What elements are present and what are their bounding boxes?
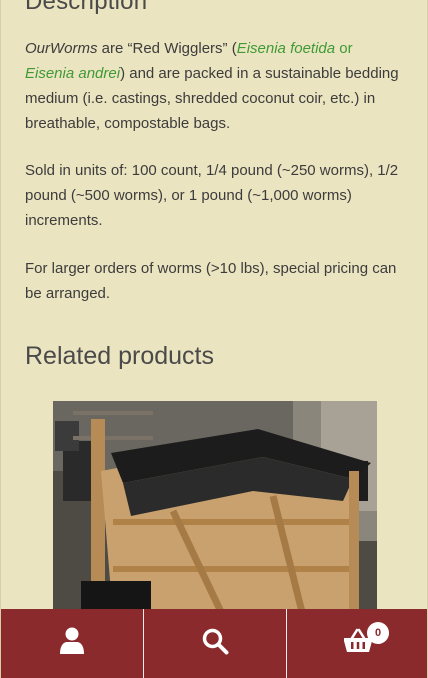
description-paragraph-3: For larger orders of worms (>10 lbs), sp… (25, 260, 397, 302)
description-heading: Description (25, 0, 148, 15)
search-icon (201, 627, 229, 660)
species-or: or (335, 40, 353, 57)
search-button[interactable] (144, 609, 287, 678)
desc-text: are “Red Wigglers” ( (97, 40, 237, 57)
cart-button[interactable]: 0 (287, 609, 427, 678)
related-products-heading: Related products (25, 342, 215, 370)
product-page: Description OurWorms are “Red Wigglers” … (0, 0, 428, 678)
species-link-andrei[interactable]: Eisenia andrei (25, 65, 120, 82)
description-paragraph-1: OurWorms are “Red Wigglers” (Eisenia foe… (25, 36, 405, 136)
user-icon (59, 627, 85, 660)
worm-bin-photo (53, 401, 377, 616)
description-paragraph-2: Sold in units of: 100 count, 1/4 pound (… (25, 162, 399, 229)
species-link-foetida[interactable]: Eisenia foetida (237, 40, 335, 57)
related-product-image[interactable] (53, 401, 377, 616)
brand-name: OurWorms (25, 40, 98, 57)
cart-count-badge: 0 (367, 622, 389, 644)
handheld-footer-bar: 0 (1, 609, 427, 678)
my-account-button[interactable] (1, 609, 144, 678)
